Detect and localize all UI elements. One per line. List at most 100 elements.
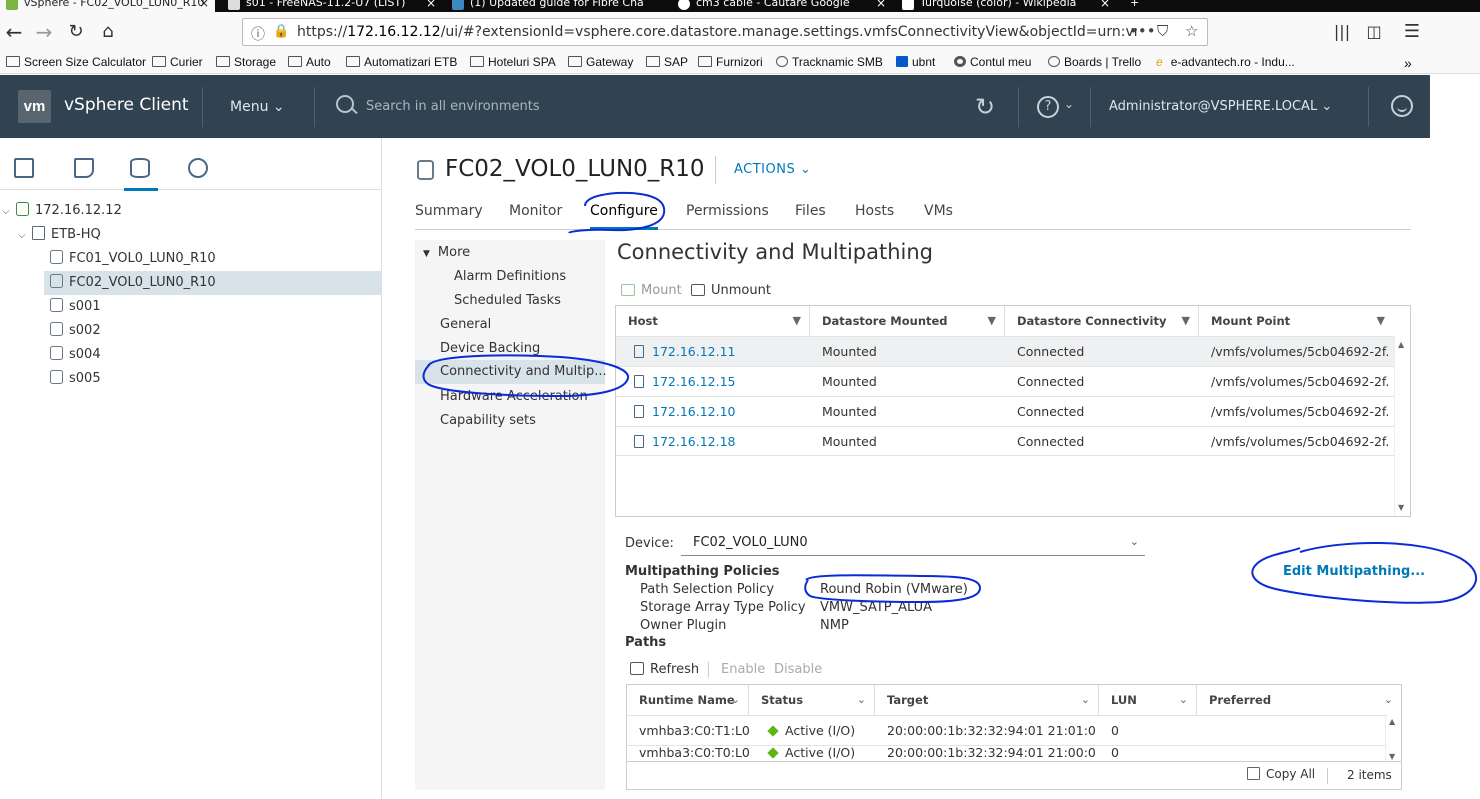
table-row[interactable]: 172.16.12.15 Mounted Connected /vmfs/vol…: [616, 366, 1394, 396]
host-link[interactable]: 172.16.12.15: [622, 367, 812, 397]
refresh-button[interactable]: Refresh: [630, 662, 699, 677]
subnav-connectivity-multipathing[interactable]: Connectivity and Multip...: [415, 360, 607, 384]
bookmark-screen-size[interactable]: Screen Size Calculator: [6, 55, 146, 69]
tab-monitor[interactable]: Monitor: [509, 203, 562, 219]
hosts-and-clusters-icon[interactable]: [14, 158, 34, 178]
tree-datacenter[interactable]: ⌵ ETB-HQ: [0, 223, 381, 247]
bookmark-furnizori[interactable]: Furnizori: [698, 55, 763, 69]
bookmark-hoteluri[interactable]: Hoteluri SPA: [470, 55, 556, 69]
sidebar-icon[interactable]: ◫: [1362, 20, 1386, 44]
tab-hosts[interactable]: Hosts: [855, 203, 894, 219]
bookmark-eadvantech[interactable]: e e-advantech.ro - Indu...: [1156, 55, 1295, 69]
vm-logo[interactable]: vm: [18, 90, 51, 123]
column-header-preferred[interactable]: Preferred ⌄: [1197, 685, 1401, 715]
browser-tab-guide[interactable]: (1) Updated guide for Fibre Cha: [446, 0, 666, 12]
subnav-general[interactable]: General: [440, 317, 491, 332]
filter-icon[interactable]: ▼: [988, 306, 996, 336]
chevron-down-icon[interactable]: ⌄: [1064, 97, 1074, 111]
storage-icon[interactable]: [124, 158, 158, 191]
close-tab-icon[interactable]: ×: [426, 0, 436, 10]
browser-tab-vsphere[interactable]: vSphere - FC02_VOL0_LUN0_R10 ×: [0, 0, 215, 12]
tree-vcenter[interactable]: ⌵ 172.16.12.12: [0, 199, 381, 223]
networking-icon[interactable]: [188, 158, 208, 178]
mount-button[interactable]: Mount: [621, 283, 682, 298]
chevron-down-icon[interactable]: ⌄: [1179, 685, 1188, 715]
chevron-down-icon[interactable]: ⌄: [1081, 685, 1090, 715]
subnav-capability-sets[interactable]: Capability sets: [440, 413, 536, 428]
pocket-icon[interactable]: ⛉: [1157, 22, 1168, 40]
bookmark-curier[interactable]: Curier: [152, 55, 203, 69]
column-header-runtime-name[interactable]: Runtime Name ⌄: [627, 685, 749, 715]
table-row[interactable]: 172.16.12.10 Mounted Connected /vmfs/vol…: [616, 396, 1394, 426]
table-row[interactable]: vmhba3:C0:T1:L0 Active (I/O) 20:00:00:1b…: [627, 715, 1387, 745]
page-actions-icon[interactable]: •••: [1129, 22, 1156, 40]
tree-datastore[interactable]: s004: [0, 343, 381, 367]
copy-all-button[interactable]: Copy All: [1247, 767, 1315, 781]
bookmark-contul-meu[interactable]: Contul meu: [954, 55, 1031, 69]
host-link[interactable]: 172.16.12.11: [622, 337, 812, 367]
forward-button[interactable]: →: [32, 20, 56, 44]
unmount-button[interactable]: Unmount: [691, 283, 771, 298]
bookmark-gateway[interactable]: Gateway: [568, 55, 633, 69]
bookmark-auto[interactable]: Auto: [288, 55, 331, 69]
subnav-device-backing[interactable]: Device Backing: [440, 341, 540, 356]
home-button[interactable]: ⌂: [96, 20, 120, 44]
feedback-smiley-icon[interactable]: [1391, 95, 1413, 117]
subnav-more[interactable]: ▼ More: [423, 245, 470, 260]
tree-datastore[interactable]: s005: [0, 367, 381, 391]
close-tab-icon[interactable]: ×: [876, 0, 886, 10]
menu-button[interactable]: Menu ⌄: [230, 99, 285, 115]
bookmarks-overflow-icon[interactable]: »: [1404, 55, 1412, 71]
actions-menu[interactable]: ACTIONS ⌄: [734, 162, 811, 177]
enable-button[interactable]: Enable: [721, 662, 765, 677]
edit-multipathing-button[interactable]: Edit Multipathing...: [1283, 564, 1425, 579]
vms-and-templates-icon[interactable]: [74, 158, 94, 178]
library-icon[interactable]: |||: [1330, 20, 1354, 44]
subnav-alarm-definitions[interactable]: Alarm Definitions: [454, 269, 566, 284]
url-text[interactable]: https://172.16.12.12/ui/#?extensionId=vs…: [297, 24, 1137, 40]
scroll-up-icon[interactable]: ▲: [1398, 340, 1404, 349]
table-row[interactable]: 172.16.12.18 Mounted Connected /vmfs/vol…: [616, 426, 1394, 456]
scroll-down-icon[interactable]: ▼: [1398, 503, 1404, 512]
tree-datastore-selected[interactable]: FC02_VOL0_LUN0_R10: [44, 271, 382, 295]
search-icon[interactable]: [336, 95, 354, 113]
info-icon[interactable]: ⓘ: [251, 24, 265, 44]
chevron-down-icon[interactable]: ⌄: [731, 685, 740, 715]
filter-icon[interactable]: ▼: [1182, 306, 1190, 336]
help-icon[interactable]: ?: [1037, 96, 1059, 118]
bookmark-ubnt[interactable]: ubnt: [896, 55, 935, 69]
tab-summary[interactable]: Summary: [415, 203, 483, 219]
tab-configure[interactable]: Configure: [590, 203, 658, 230]
bookmark-tracknamic[interactable]: Tracknamic SMB: [776, 55, 883, 69]
filter-icon[interactable]: ▼: [1377, 306, 1385, 336]
tab-permissions[interactable]: Permissions: [686, 203, 769, 219]
subnav-scheduled-tasks[interactable]: Scheduled Tasks: [454, 293, 561, 308]
bookmark-automatizari[interactable]: Automatizari ETB: [346, 55, 457, 69]
tree-datastore[interactable]: s002: [0, 319, 381, 343]
browser-tab-google[interactable]: cm3 cable - Cautare Google ×: [672, 0, 892, 12]
column-header-datastore-connectivity[interactable]: Datastore Connectivity ▼: [1005, 306, 1199, 336]
reload-button[interactable]: ↻: [64, 20, 88, 44]
paths-scrollbar[interactable]: ▲ ▼: [1385, 715, 1401, 763]
disable-button[interactable]: Disable: [774, 662, 822, 677]
column-header-lun[interactable]: LUN ⌄: [1099, 685, 1197, 715]
scroll-up-icon[interactable]: ▲: [1389, 717, 1395, 726]
column-header-mount-point[interactable]: Mount Point ▼: [1199, 306, 1393, 336]
tree-datastore[interactable]: FC01_VOL0_LUN0_R10: [0, 247, 381, 271]
bookmark-sap[interactable]: SAP: [646, 55, 688, 69]
column-header-status[interactable]: Status ⌄: [749, 685, 875, 715]
table-row[interactable]: 172.16.12.11 Mounted Connected /vmfs/vol…: [616, 336, 1394, 366]
column-header-target[interactable]: Target ⌄: [875, 685, 1099, 715]
bookmark-trello[interactable]: Boards | Trello: [1048, 55, 1141, 69]
tab-files[interactable]: Files: [795, 203, 826, 219]
user-menu[interactable]: Administrator@VSPHERE.LOCAL ⌄: [1109, 99, 1332, 114]
close-tab-icon[interactable]: ×: [199, 0, 209, 10]
chevron-down-icon[interactable]: ⌵: [2, 200, 16, 224]
device-select[interactable]: FC02_VOL0_LUN0 ⌄: [681, 532, 1145, 556]
scroll-down-icon[interactable]: ▼: [1389, 752, 1395, 761]
browser-tab-wikipedia[interactable]: Turquoise (color) - Wikipedia ×: [896, 0, 1116, 12]
grid-scrollbar[interactable]: ▲ ▼: [1394, 336, 1410, 516]
column-header-host[interactable]: Host ▼: [616, 306, 810, 336]
subnav-hardware-acceleration[interactable]: Hardware Acceleration: [440, 389, 588, 404]
browser-tab-freenas[interactable]: s01 - FreeNAS-11.2-U7 (LIST) ×: [222, 0, 442, 12]
